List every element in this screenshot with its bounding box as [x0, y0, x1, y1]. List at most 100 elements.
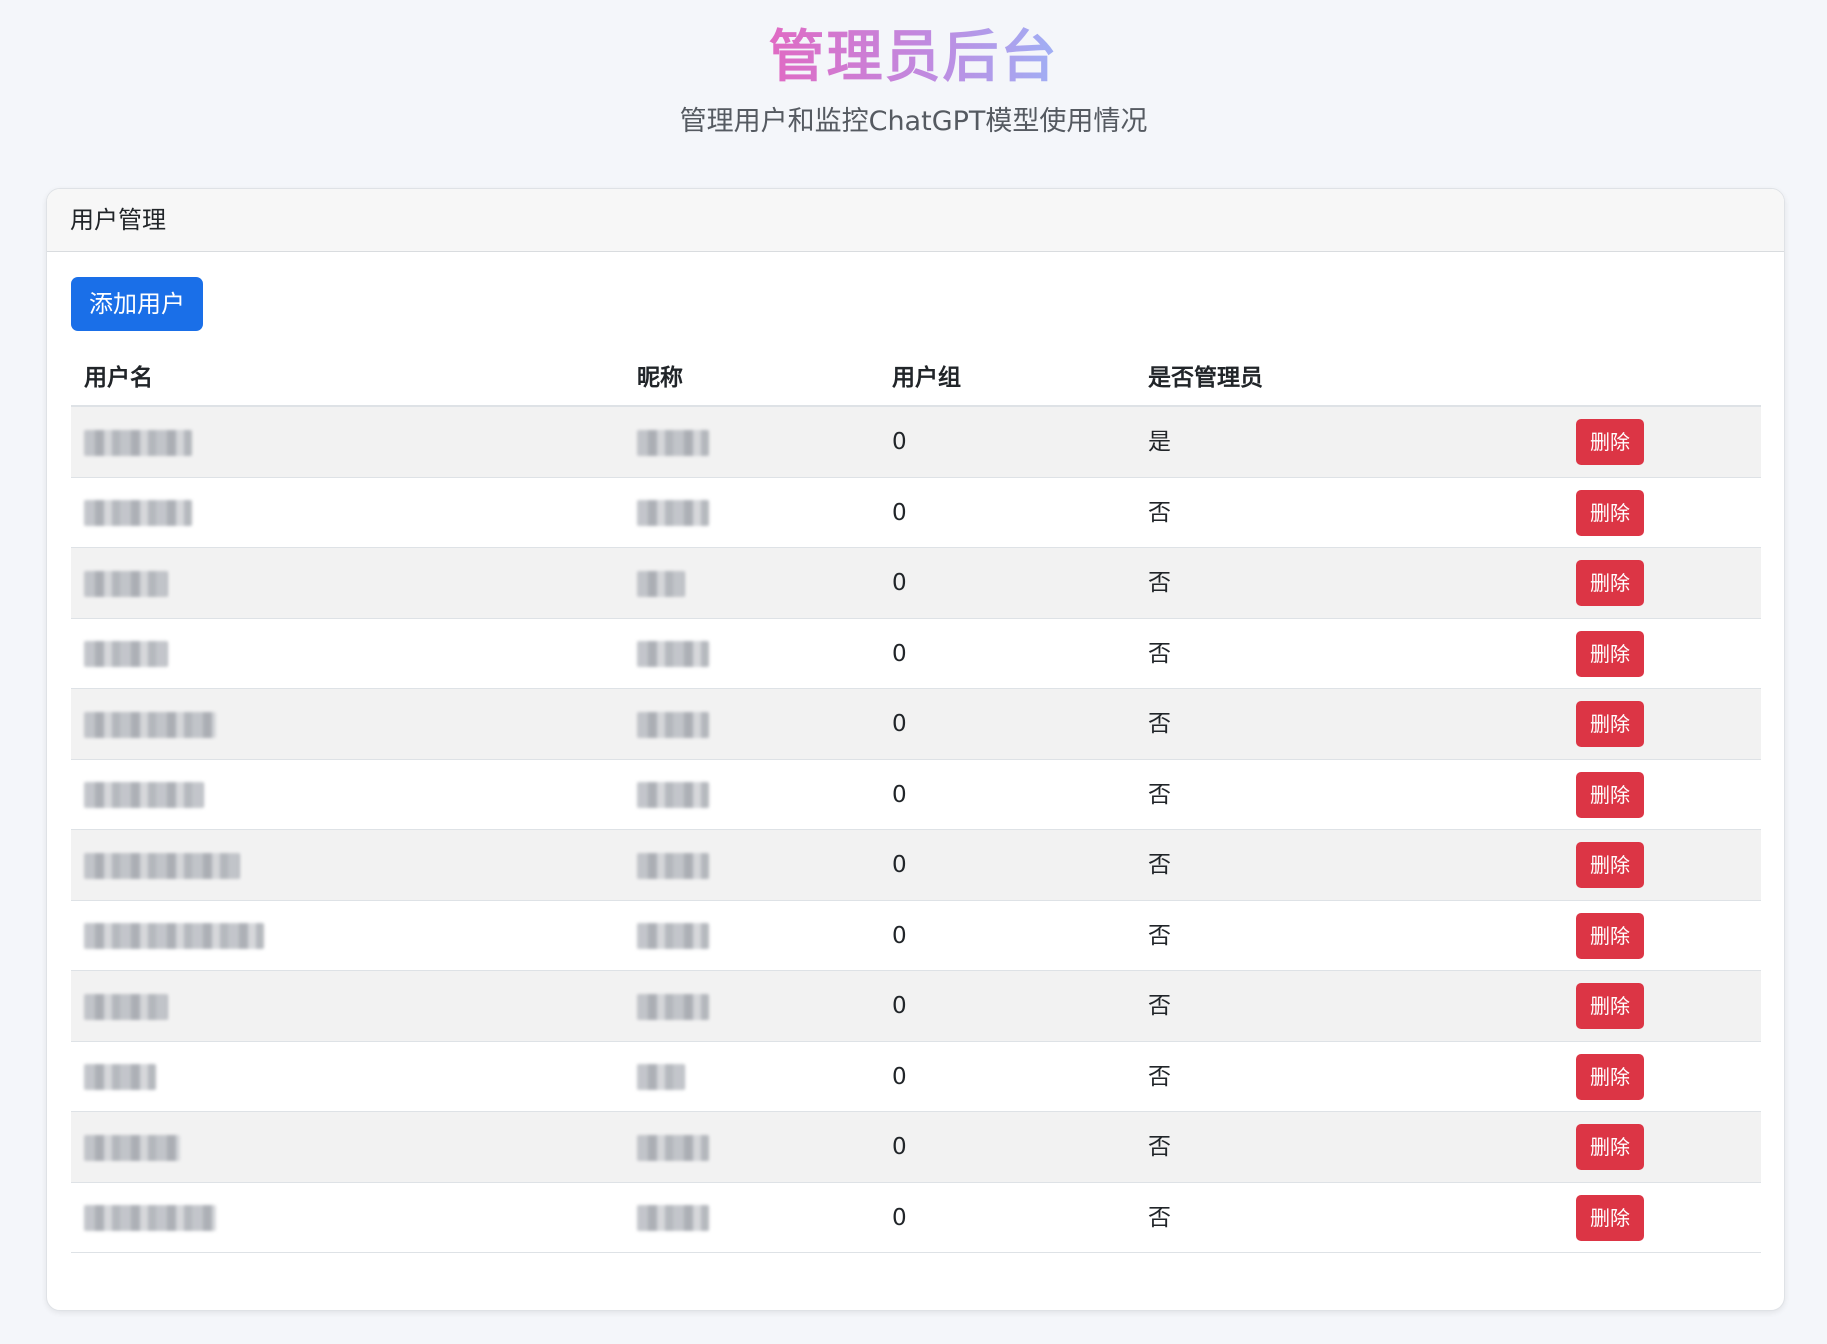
is-admin-cell: 否 [1148, 570, 1171, 596]
redacted-nickname [637, 993, 709, 1020]
redacted-nickname [637, 570, 685, 597]
redacted-username [84, 993, 168, 1020]
redacted-username [84, 923, 264, 949]
is-admin-cell: 否 [1148, 711, 1171, 737]
username-cell [84, 1183, 216, 1253]
page-title-text: 管理员后台 [768, 25, 1059, 90]
nickname-cell [637, 478, 709, 548]
nickname-cell [637, 407, 709, 477]
delete-user-button[interactable]: 删除 [1576, 701, 1644, 747]
redacted-nickname [637, 923, 709, 949]
delete-user-button[interactable]: 删除 [1576, 630, 1644, 677]
delete-user-button[interactable]: 删除 [1576, 771, 1644, 818]
user-management-card: 用户管理 添加用户 用户名 昵称 用户组 是否管理员 0 是删除 0 否删除 0 否删除 0… [46, 188, 1785, 1311]
redacted-nickname [637, 782, 709, 808]
username-cell [84, 478, 192, 548]
username-cell [84, 1042, 156, 1112]
redacted-nickname [637, 429, 709, 456]
user-group-cell: 0 [892, 781, 907, 808]
add-user-button[interactable]: 添加用户 [71, 277, 203, 331]
username-cell [84, 760, 204, 830]
page-subtitle: 管理用户和监控ChatGPT模型使用情况 [679, 106, 1148, 137]
delete-user-button[interactable]: 删除 [1576, 1053, 1644, 1100]
is-admin-cell: 否 [1148, 781, 1171, 808]
user-group-cell: 0 [892, 711, 907, 737]
table-row: 0 否 删除 [71, 477, 1761, 548]
column-header-username: 用户名 [84, 365, 153, 391]
table-row: 0 否 删除 [71, 971, 1761, 1042]
delete-user-button[interactable]: 删除 [1576, 1124, 1644, 1170]
column-header-user-group: 用户组 [892, 365, 961, 391]
username-cell [84, 689, 216, 759]
user-group-cell: 0 [892, 640, 907, 667]
redacted-username [84, 1134, 180, 1161]
table-row: 0 否 删除 [71, 618, 1761, 689]
admin-dashboard: 管理员后台 管理用户和监控ChatGPT模型使用情况 用户管理 添加用户 用户名… [0, 0, 1827, 1344]
redacted-nickname [637, 500, 709, 526]
delete-user-button[interactable]: 删除 [1576, 560, 1644, 606]
username-cell [84, 971, 168, 1041]
nickname-cell [637, 1112, 709, 1182]
nickname-cell [637, 760, 709, 830]
user-table: 用户名 昵称 用户组 是否管理员 0 是删除 0 否删除 0 否删除 0 否删除 0 否删除 0 否删… [71, 349, 1761, 1253]
redacted-username [84, 1205, 216, 1231]
nickname-cell [637, 1042, 685, 1112]
username-cell [84, 548, 168, 618]
table-row: 0 否 删除 [71, 689, 1761, 760]
redacted-username [84, 429, 192, 456]
table-header: 用户名 昵称 用户组 是否管理员 [71, 349, 1761, 407]
redacted-username [84, 500, 192, 526]
nickname-cell [637, 689, 709, 759]
delete-user-button[interactable]: 删除 [1576, 842, 1644, 888]
nickname-cell [637, 830, 709, 900]
redacted-nickname [637, 852, 709, 879]
delete-user-button[interactable]: 删除 [1576, 419, 1644, 465]
nickname-cell [637, 619, 709, 689]
user-group-cell: 0 [892, 993, 907, 1019]
table-row: 0 否 删除 [71, 830, 1761, 901]
redacted-nickname [637, 1064, 685, 1090]
delete-user-button[interactable]: 删除 [1576, 983, 1644, 1029]
page-title: 管理员后台 [0, 22, 1827, 94]
redacted-username [84, 570, 168, 597]
column-header-is-admin: 是否管理员 [1148, 365, 1263, 391]
nickname-cell [637, 1183, 709, 1253]
is-admin-cell: 否 [1148, 1134, 1171, 1160]
is-admin-cell: 否 [1148, 852, 1171, 878]
user-group-cell: 0 [892, 499, 907, 526]
delete-user-button[interactable]: 删除 [1576, 912, 1644, 959]
nickname-cell [637, 971, 709, 1041]
user-group-cell: 0 [892, 922, 907, 949]
user-group-cell: 0 [892, 852, 907, 878]
table-row: 0 否 删除 [71, 1041, 1761, 1112]
is-admin-cell: 否 [1148, 1204, 1171, 1231]
redacted-username [84, 852, 240, 879]
is-admin-cell: 否 [1148, 922, 1171, 949]
table-row: 0 否 删除 [71, 759, 1761, 830]
user-group-cell: 0 [892, 1204, 907, 1231]
redacted-nickname [637, 641, 709, 667]
redacted-nickname [637, 711, 709, 738]
is-admin-cell: 否 [1148, 499, 1171, 526]
username-cell [84, 1112, 180, 1182]
redacted-nickname [637, 1134, 709, 1161]
nickname-cell [637, 901, 709, 971]
username-cell [84, 619, 168, 689]
redacted-username [84, 711, 216, 738]
user-group-cell: 0 [892, 1063, 907, 1090]
nickname-cell [637, 548, 685, 618]
redacted-username [84, 782, 204, 808]
table-row: 0 否 删除 [71, 1112, 1761, 1183]
table-row: 0 是 删除 [71, 407, 1761, 478]
username-cell [84, 901, 264, 971]
redacted-username [84, 1064, 156, 1090]
table-row: 0 否 删除 [71, 548, 1761, 619]
is-admin-cell: 是 [1148, 429, 1171, 455]
redacted-username [84, 641, 168, 667]
delete-user-button[interactable]: 删除 [1576, 489, 1644, 536]
username-cell [84, 407, 192, 477]
column-header-nickname: 昵称 [637, 365, 683, 391]
is-admin-cell: 否 [1148, 640, 1171, 667]
table-row: 0 否 删除 [71, 900, 1761, 971]
delete-user-button[interactable]: 删除 [1576, 1194, 1644, 1241]
